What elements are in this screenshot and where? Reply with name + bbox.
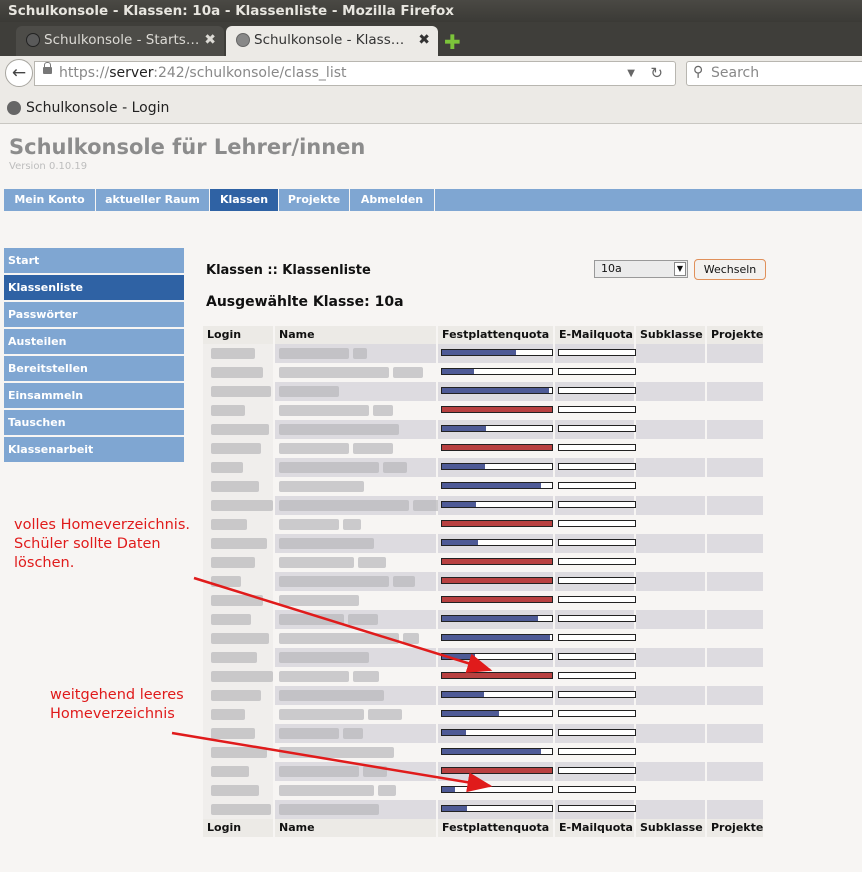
- arrow-full-home: [193, 576, 493, 673]
- arrow-empty-home: [171, 731, 493, 793]
- annotation-arrows: [171, 576, 493, 793]
